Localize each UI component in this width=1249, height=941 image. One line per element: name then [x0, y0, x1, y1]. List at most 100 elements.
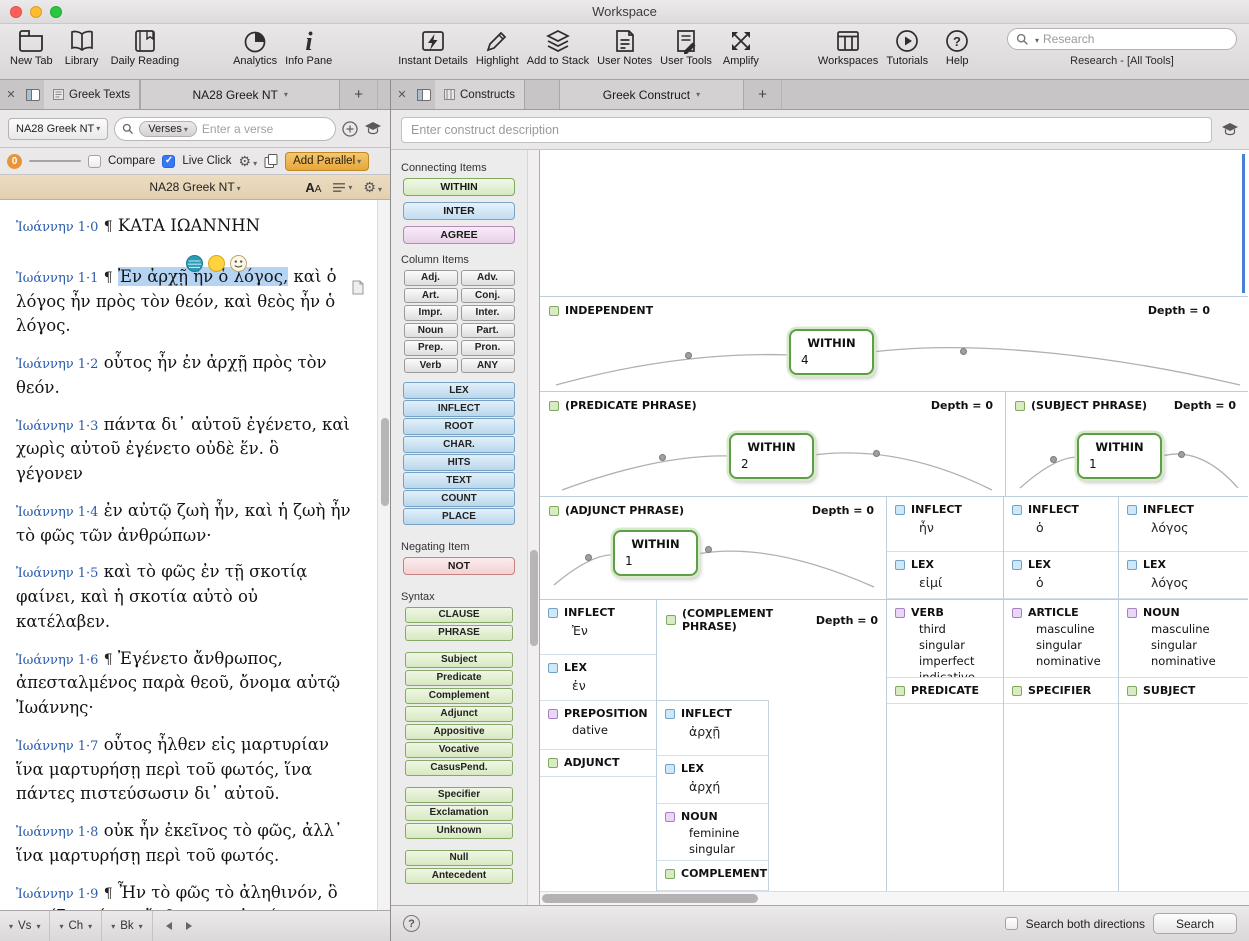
- verse-ref[interactable]: Ἰωάννην 1·7: [16, 739, 98, 754]
- workspaces-button[interactable]: Workspaces: [814, 27, 882, 67]
- palette-button-appositive[interactable]: Appositive: [405, 724, 513, 740]
- info-pane-button[interactable]: i Info Pane: [281, 27, 336, 67]
- scholar-cap-icon[interactable]: [1221, 122, 1239, 137]
- palette-button-unknown[interactable]: Unknown: [405, 823, 513, 839]
- palette-button-inflect[interactable]: INFLECT: [403, 400, 515, 417]
- palette-button-impr[interactable]: Impr.: [404, 305, 458, 321]
- add-circle-icon[interactable]: [342, 121, 358, 137]
- scholar-cap-icon[interactable]: [364, 121, 382, 136]
- palette-button-inter2[interactable]: Inter.: [461, 305, 515, 321]
- verse-search-field[interactable]: Verses: [114, 117, 336, 141]
- palette-button-subject[interactable]: Subject: [405, 652, 513, 668]
- verse-ref[interactable]: Ἰωάννην 1·4: [16, 505, 98, 520]
- palette-button-root[interactable]: ROOT: [403, 418, 515, 435]
- pages-icon[interactable]: [264, 154, 278, 168]
- minimize-window-button[interactable]: [30, 6, 42, 18]
- palette-button-noun[interactable]: Noun: [404, 323, 458, 339]
- palette-button-lex[interactable]: LEX: [403, 382, 515, 399]
- smiley-icon[interactable]: [230, 255, 247, 272]
- prev-book-icon[interactable]: [111, 920, 115, 932]
- sidebar-label-greek-texts[interactable]: Greek Texts: [44, 80, 140, 109]
- palette-button-art[interactable]: Art.: [404, 288, 458, 304]
- palette-button-null[interactable]: Null: [405, 850, 513, 866]
- display-settings-icon[interactable]: [332, 182, 352, 193]
- palette-button-antecedent[interactable]: Antecedent: [405, 868, 513, 884]
- new-tab-button[interactable]: New Tab: [6, 27, 57, 67]
- history-slider[interactable]: [29, 160, 81, 162]
- palette-button-any[interactable]: ANY: [461, 358, 515, 374]
- palette-button-predicate[interactable]: Predicate: [405, 670, 513, 686]
- add-parallel-button[interactable]: Add Parallel: [285, 152, 369, 171]
- pane-title-dropdown[interactable]: NA28 Greek NT: [149, 180, 240, 194]
- palette-button-hits[interactable]: HITS: [403, 454, 515, 471]
- connector-dot[interactable]: [659, 454, 666, 461]
- next-chapter-icon[interactable]: [88, 920, 92, 932]
- user-tools-button[interactable]: User Tools: [656, 27, 716, 67]
- palette-button-adj[interactable]: Adj.: [404, 270, 458, 286]
- palette-button-pron[interactable]: Pron.: [461, 340, 515, 356]
- instant-details-button[interactable]: Instant Details: [394, 27, 472, 67]
- scrollbar-thumb[interactable]: [381, 418, 389, 506]
- palette-button-exclamation[interactable]: Exclamation: [405, 805, 513, 821]
- text-globe-icon[interactable]: [186, 255, 203, 272]
- add-tab-button[interactable]: +: [340, 80, 378, 109]
- palette-button-vocative[interactable]: Vocative: [405, 742, 513, 758]
- palette-button-count[interactable]: COUNT: [403, 490, 515, 507]
- within-node-adjunct[interactable]: WITHIN 1: [613, 530, 698, 576]
- compare-checkbox[interactable]: [88, 155, 101, 168]
- close-pane-icon[interactable]: ✕: [391, 80, 413, 109]
- search-both-directions-checkbox[interactable]: [1005, 917, 1018, 930]
- within-node-subject[interactable]: WITHIN 1: [1077, 433, 1162, 479]
- palette-button-clause[interactable]: CLAUSE: [405, 607, 513, 623]
- prev-chapter-icon[interactable]: [59, 920, 63, 932]
- nav-book[interactable]: Bk: [102, 911, 152, 941]
- canvas-horizontal-scrollbar[interactable]: [540, 891, 1249, 905]
- verse-search-input[interactable]: [202, 122, 328, 136]
- palette-button-specifier[interactable]: Specifier: [405, 787, 513, 803]
- within-node-independent[interactable]: WITHIN 4: [789, 329, 874, 375]
- highlight-button[interactable]: Highlight: [472, 27, 523, 67]
- palette-button-complement[interactable]: Complement: [405, 688, 513, 704]
- connector-dot[interactable]: [960, 348, 967, 355]
- palette-button-within[interactable]: WITHIN: [403, 178, 515, 196]
- palette-button-casuspend[interactable]: CasusPend.: [405, 760, 513, 776]
- connector-dot[interactable]: [1178, 451, 1185, 458]
- history-badge[interactable]: 0: [7, 154, 22, 169]
- highlight-dot-icon[interactable]: [208, 255, 225, 272]
- palette-button-prep[interactable]: Prep.: [404, 340, 458, 356]
- search-scope-chevron-icon[interactable]: [1033, 32, 1039, 46]
- connector-dot[interactable]: [705, 546, 712, 553]
- scrollbar-thumb[interactable]: [542, 894, 758, 903]
- research-search-field[interactable]: [1007, 28, 1237, 50]
- forward-arrow-icon[interactable]: [185, 921, 193, 931]
- palette-button-adjunct[interactable]: Adjunct: [405, 706, 513, 722]
- analytics-button[interactable]: Analytics: [229, 27, 281, 67]
- palette-button-not[interactable]: NOT: [403, 557, 515, 575]
- help-toolbar-button[interactable]: ? Help: [932, 27, 982, 67]
- sidebar-toggle-icon[interactable]: [22, 80, 44, 109]
- palette-button-inter[interactable]: INTER: [403, 202, 515, 220]
- palette-button-place[interactable]: PLACE: [403, 508, 515, 525]
- connector-dot[interactable]: [685, 352, 692, 359]
- module-select-button[interactable]: NA28 Greek NT: [8, 118, 108, 140]
- palette-scrollbar[interactable]: [527, 150, 539, 905]
- verse-ref[interactable]: Ἰωάννην 1·5: [16, 566, 98, 581]
- add-to-stack-button[interactable]: Add to Stack: [523, 27, 593, 67]
- verse-ref[interactable]: Ἰωάννην 1·0: [16, 220, 98, 235]
- verse-ref[interactable]: Ἰωάννην 1·3: [16, 419, 98, 434]
- amplify-button[interactable]: Amplify: [716, 27, 766, 67]
- pane-gear-icon[interactable]: ⚙: [363, 180, 382, 194]
- user-notes-button[interactable]: User Notes: [593, 27, 656, 67]
- library-button[interactable]: Library: [57, 27, 107, 67]
- within-node-predicate[interactable]: WITHIN 2: [729, 433, 814, 479]
- palette-button-text[interactable]: TEXT: [403, 472, 515, 489]
- verse-ref[interactable]: Ἰωάννην 1·1: [16, 271, 98, 286]
- palette-button-verb[interactable]: Verb: [404, 358, 458, 374]
- next-book-icon[interactable]: [139, 920, 143, 932]
- next-verse-icon[interactable]: [36, 920, 40, 932]
- scrollbar-thumb[interactable]: [530, 550, 538, 646]
- close-pane-icon[interactable]: ✕: [0, 80, 22, 109]
- connector-dot[interactable]: [873, 450, 880, 457]
- palette-button-phrase[interactable]: PHRASE: [405, 625, 513, 641]
- daily-reading-button[interactable]: Daily Reading: [107, 27, 183, 67]
